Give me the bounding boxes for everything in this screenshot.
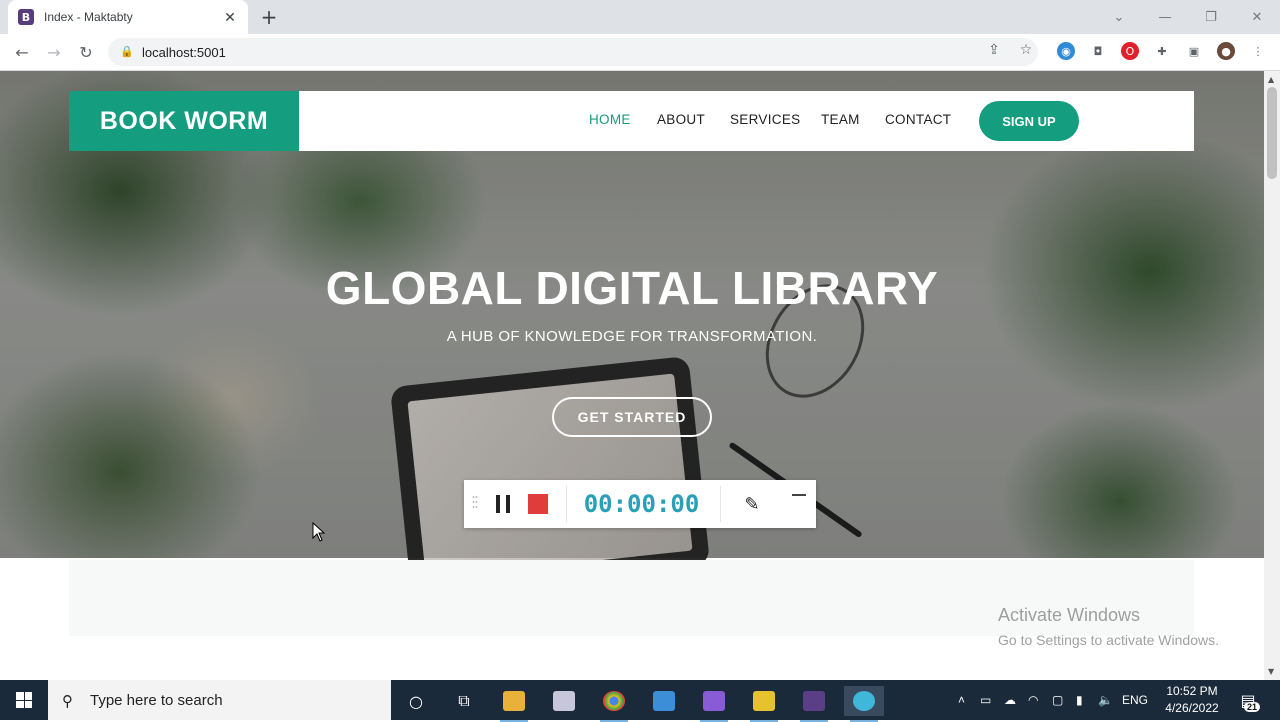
mouse-cursor-icon xyxy=(312,522,326,542)
browser-tab-strip: B Index - Maktabty ✕ + ⌄ — ❐ ✕ xyxy=(0,0,1280,34)
minimize-recorder-icon[interactable] xyxy=(792,494,806,496)
close-tab-icon[interactable]: ✕ xyxy=(222,9,238,26)
page-scrollbar[interactable]: ▲ ▼ xyxy=(1264,71,1280,680)
tray-expand-icon[interactable]: ˄ xyxy=(958,693,974,707)
nav-team[interactable]: TEAM xyxy=(821,112,860,127)
activate-windows-watermark: Activate Windows Go to Settings to activ… xyxy=(998,605,1219,648)
mail-icon[interactable] xyxy=(644,686,684,716)
taskbar-clock[interactable]: 10:52 PM 4/26/2022 xyxy=(1160,683,1224,717)
globe-extension-icon[interactable]: ◉ xyxy=(1057,42,1075,60)
taskbar-search-box[interactable]: ⚲ Type here to search xyxy=(48,680,391,720)
watermark-title: Activate Windows xyxy=(998,605,1141,625)
restore-icon[interactable]: ❐ xyxy=(1188,0,1234,34)
profile-avatar[interactable]: ● xyxy=(1217,42,1235,60)
site-navbar: BOOK WORM HOME ABOUT SERVICES TEAM CONTA… xyxy=(69,91,1194,151)
extensions-puzzle-icon[interactable]: ✚ xyxy=(1153,42,1171,60)
task-view-icon[interactable]: ⧉ xyxy=(444,686,484,716)
microphone-icon[interactable]: ▮ xyxy=(1076,693,1098,707)
windows-taskbar: ⚲ Type here to search ○ ⧉ ˄ ▭ ☁ ◠ ▢ ▮ 🔈 … xyxy=(0,680,1280,722)
side-panel-icon[interactable]: ▣ xyxy=(1185,42,1203,60)
browser-tab[interactable]: B Index - Maktabty ✕ xyxy=(8,0,248,34)
lock-icon: 🔒 xyxy=(120,45,134,58)
screen-recorder-app-icon[interactable] xyxy=(844,686,884,722)
minimize-icon[interactable]: — xyxy=(1142,0,1188,34)
drag-grip-icon[interactable] xyxy=(472,494,478,514)
recording-timer: 00:00:00 xyxy=(583,490,700,518)
stop-icon[interactable] xyxy=(528,494,548,514)
clock-time: 10:52 PM xyxy=(1166,684,1218,698)
hero-subtitle: A HUB OF KNOWLEDGE FOR TRANSFORMATION. xyxy=(446,328,818,345)
window-close-icon[interactable]: ✕ xyxy=(1234,0,1280,34)
notification-count-badge: 21 xyxy=(1244,702,1261,712)
page-viewport: BOOK WORM HOME ABOUT SERVICES TEAM CONTA… xyxy=(0,71,1264,680)
volume-icon[interactable]: 🔈 xyxy=(1098,693,1122,707)
battery-icon[interactable]: ▭ xyxy=(980,693,1004,707)
reload-icon[interactable]: ↻ xyxy=(74,40,98,64)
display-icon[interactable]: ▢ xyxy=(1052,693,1076,707)
clock-date: 4/26/2022 xyxy=(1165,701,1219,715)
address-bar[interactable]: 🔒 localhost:5001 xyxy=(108,38,1038,66)
windows-logo-icon xyxy=(16,692,32,708)
nav-home[interactable]: HOME xyxy=(589,112,631,127)
browser-toolbar: ← → ↻ 🔒 localhost:5001 ⇪ ☆ ◉ ◘ O ✚ ▣ ● ⋮ xyxy=(0,34,1280,71)
taskbar-search-placeholder: Type here to search xyxy=(90,691,223,709)
tab-title: Index - Maktabty xyxy=(44,10,133,24)
watermark-subtitle: Go to Settings to activate Windows. xyxy=(998,632,1219,648)
tab-search-icon[interactable]: ⌄ xyxy=(1096,0,1142,34)
paint-app-icon[interactable] xyxy=(544,686,584,716)
nav-about[interactable]: ABOUT xyxy=(657,112,705,127)
terminal-icon[interactable] xyxy=(794,686,834,722)
site-menu: HOME ABOUT SERVICES TEAM CONTACT SIGN UP xyxy=(69,91,1194,151)
wifi-icon[interactable]: ◠ xyxy=(1028,693,1052,707)
bootstrap-favicon-icon: B xyxy=(18,9,34,25)
search-icon: ⚲ xyxy=(62,692,73,710)
new-tab-icon[interactable]: + xyxy=(258,5,280,29)
screen-recorder-widget: 00:00:00 ✎ xyxy=(464,480,816,528)
annotate-pen-icon[interactable]: ✎ xyxy=(740,492,764,516)
system-tray: ˄ ▭ ☁ ◠ ▢ ▮ 🔈 ENG xyxy=(958,680,1156,720)
sign-up-button[interactable]: SIGN UP xyxy=(979,101,1079,141)
nav-contact[interactable]: CONTACT xyxy=(885,112,951,127)
chrome-icon[interactable] xyxy=(594,686,634,722)
file-explorer-icon[interactable] xyxy=(494,686,534,722)
hero-section: BOOK WORM HOME ABOUT SERVICES TEAM CONTA… xyxy=(0,71,1264,597)
scroll-up-icon[interactable]: ▲ xyxy=(1268,75,1276,84)
menu-kebab-icon[interactable]: ⋮ xyxy=(1249,42,1267,60)
share-icon[interactable]: ⇪ xyxy=(984,40,1004,60)
camera-extension-icon[interactable]: ◘ xyxy=(1089,42,1107,60)
language-indicator[interactable]: ENG xyxy=(1122,693,1156,707)
cortana-icon[interactable]: ○ xyxy=(396,686,436,716)
get-started-button[interactable]: GET STARTED xyxy=(552,397,712,437)
hero-title: GLOBAL DIGITAL LIBRARY xyxy=(325,262,939,314)
pause-icon[interactable] xyxy=(496,495,510,513)
opera-extension-icon[interactable]: O xyxy=(1121,42,1139,60)
scroll-thumb[interactable] xyxy=(1267,87,1277,179)
back-icon[interactable]: ← xyxy=(10,40,34,64)
url-text: localhost:5001 xyxy=(142,44,226,60)
visual-studio-icon[interactable] xyxy=(694,686,734,722)
nav-services[interactable]: SERVICES xyxy=(730,112,800,127)
sticky-app-icon[interactable] xyxy=(744,686,784,722)
onedrive-icon[interactable]: ☁ xyxy=(1004,693,1028,707)
forward-icon[interactable]: → xyxy=(42,40,66,64)
scroll-down-icon[interactable]: ▼ xyxy=(1268,667,1276,676)
bookmark-star-icon[interactable]: ☆ xyxy=(1016,40,1036,60)
start-button[interactable] xyxy=(0,680,48,720)
